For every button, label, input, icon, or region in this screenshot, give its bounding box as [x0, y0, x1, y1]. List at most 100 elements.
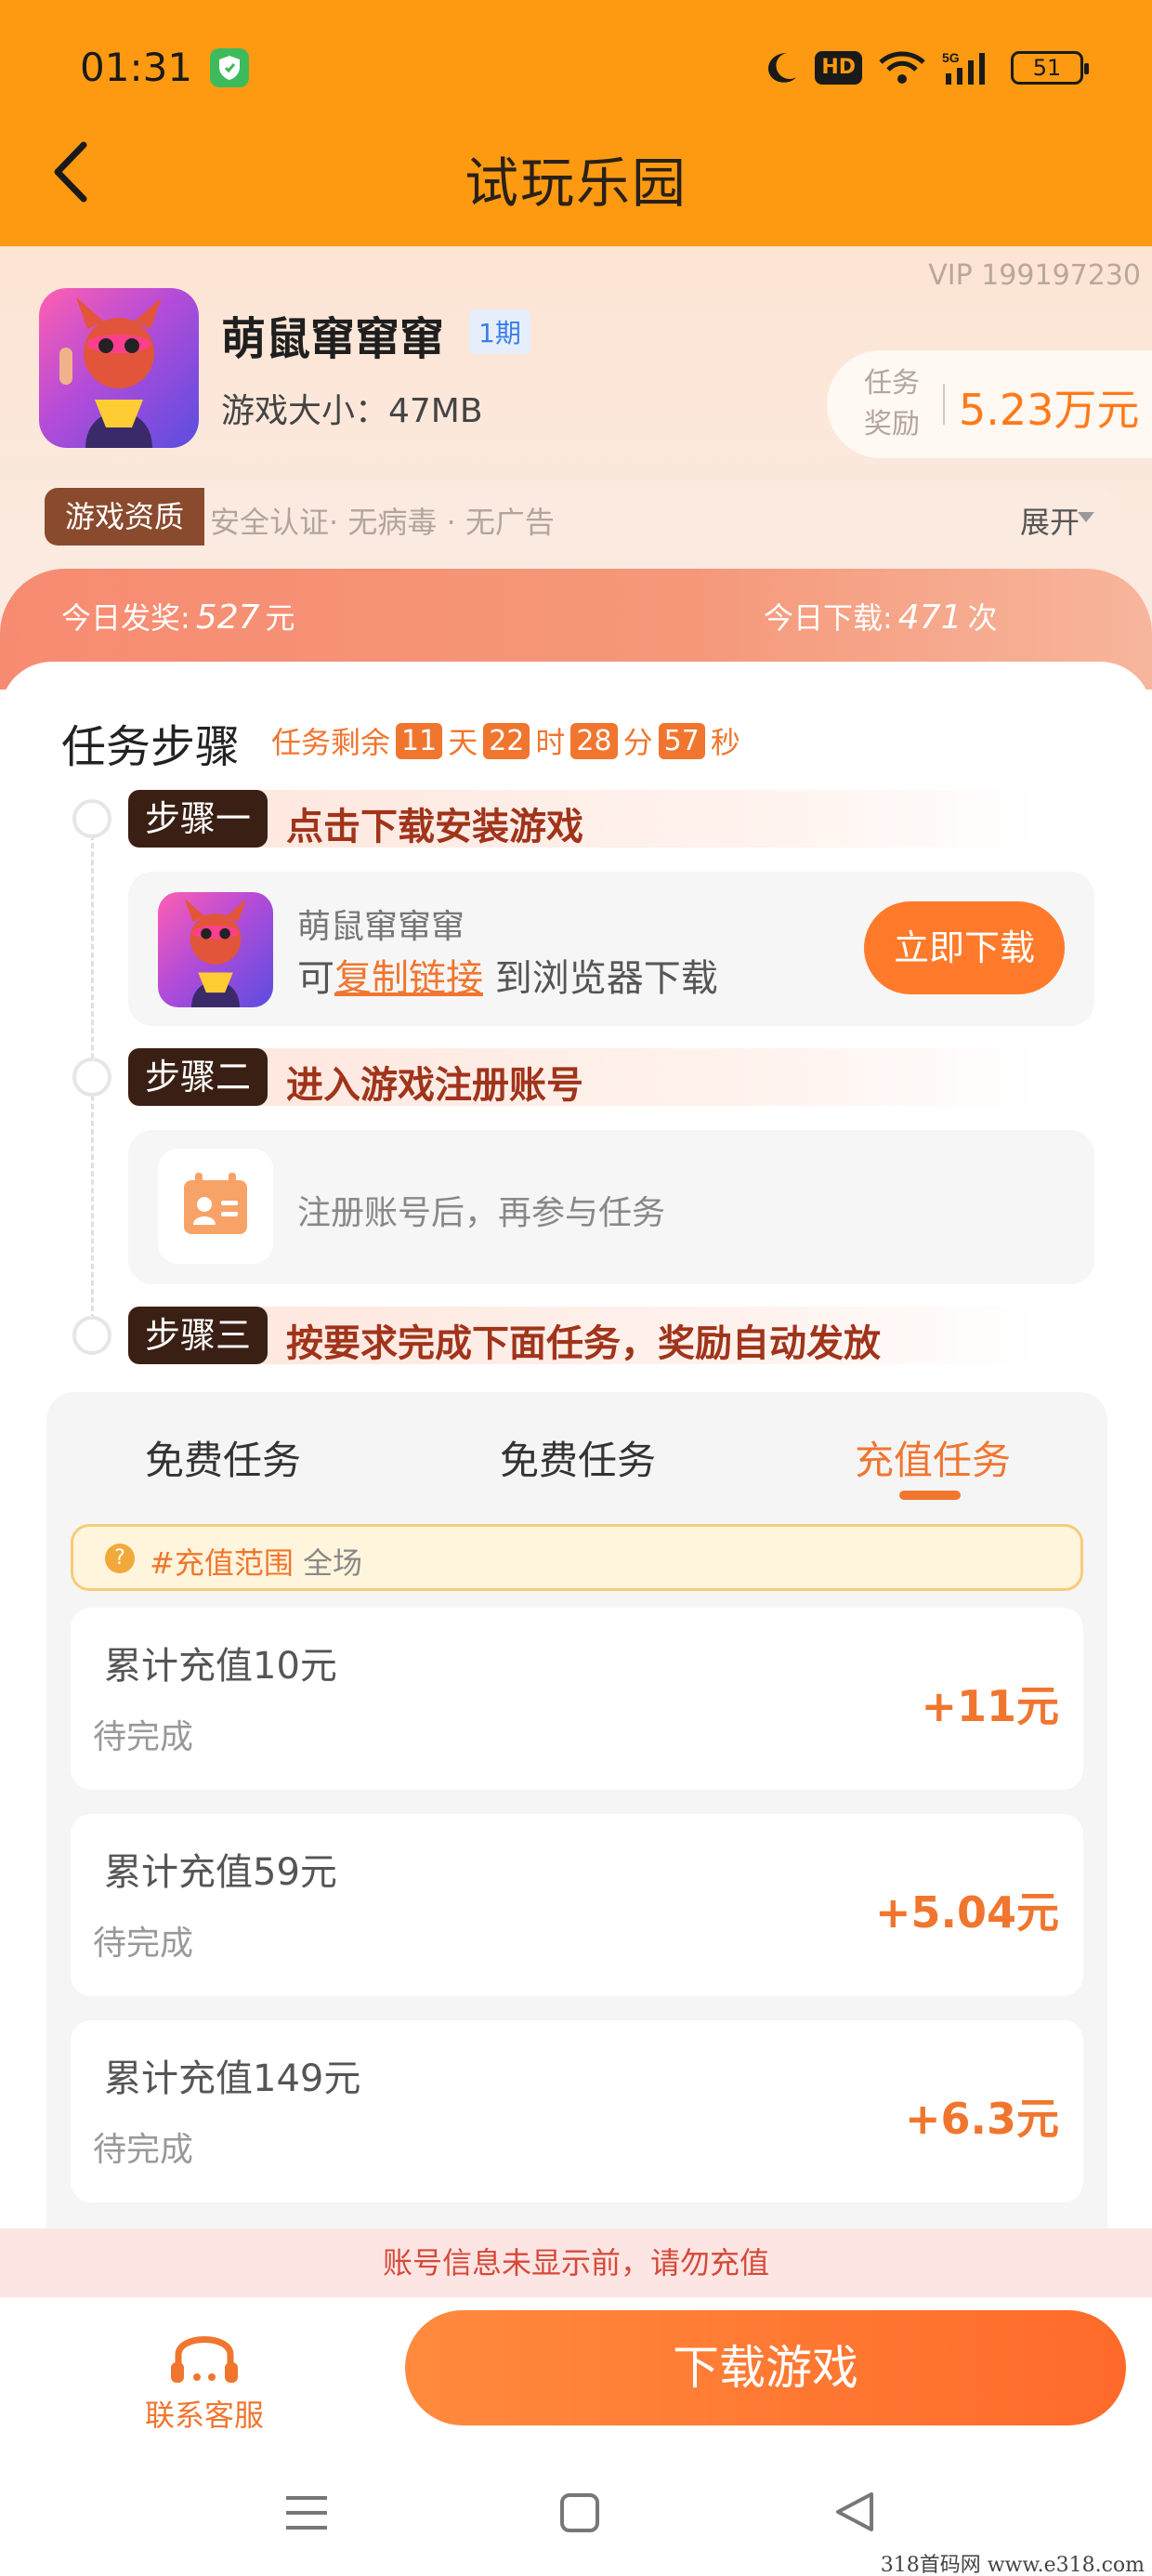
task-panel: 免费任务 免费任务 充值任务 ? #充值范围 全场 累计充值10元 待完成 +1…: [46, 1392, 1107, 2247]
tab-free-tasks-2[interactable]: 免费任务: [500, 1429, 656, 1486]
today-award-value: 527: [195, 598, 260, 637]
game-icon[interactable]: [39, 288, 199, 448]
step-two-header: 步骤二 进入游戏注册账号: [128, 1048, 1039, 1107]
tab-recharge-tasks[interactable]: 充值任务: [855, 1429, 1011, 1486]
countdown-day-unit: 天: [448, 725, 478, 760]
step-three-text: 按要求完成下面任务，奖励自动发放: [286, 1322, 881, 1365]
today-download: 今日下载: 471 次: [764, 595, 998, 637]
copy-link-prefix: 可: [297, 957, 334, 1000]
watermark: 318首码网 www.e318.com: [880, 2554, 1145, 2576]
step-three-dot: [72, 1316, 111, 1355]
headset-icon: [171, 2336, 238, 2383]
today-award-label: 今日发奖:: [61, 600, 190, 636]
question-icon[interactable]: ?: [105, 1544, 135, 1573]
tab-free-tasks-1[interactable]: 免费任务: [145, 1429, 301, 1486]
home-icon[interactable]: [559, 2492, 600, 2533]
step-one-dot: [72, 799, 111, 838]
page-title: 试玩乐园: [464, 151, 687, 215]
countdown-days: 11: [396, 722, 443, 759]
step-three-tag: 步骤三: [128, 1307, 268, 1364]
wifi-icon: [879, 51, 925, 84]
task-reward: +11元: [921, 1681, 1059, 1731]
steps-title: 任务步骤: [61, 721, 241, 773]
task-name: 累计充值149元: [104, 2057, 361, 2100]
countdown-hours: 22: [483, 722, 530, 759]
task-status: 待完成: [93, 1718, 194, 1756]
task-item[interactable]: 累计充值59元 待完成 +5.04元: [71, 1814, 1083, 1996]
menu-icon[interactable]: [284, 2492, 329, 2533]
countdown-minutes: 28: [570, 722, 618, 759]
recharge-warning: 账号信息未显示前，请勿充值: [0, 2228, 1152, 2297]
countdown-second-unit: 秒: [710, 725, 740, 760]
game-icon-small: [158, 892, 273, 1007]
task-item[interactable]: 累计充值149元 待完成 +6.3元: [71, 2020, 1083, 2202]
today-award: 今日发奖: 527 元: [61, 595, 295, 637]
game-header: VIP 199197230 萌鼠窜窜窜 1期 游戏大小：47MB 任务奖励 5.…: [0, 246, 1152, 690]
active-tab-indicator: [899, 1491, 961, 1500]
step-three-header: 步骤三 按要求完成下面任务，奖励自动发放: [128, 1307, 1039, 1365]
status-icons: HD 5G 51: [766, 46, 1089, 89]
back-triangle-icon[interactable]: [834, 2491, 875, 2533]
task-steps-card: 任务步骤 任务剩余 11 天 22 时 28 分 57 秒 步骤一 点击下载安装…: [0, 662, 1152, 2247]
qualification-tag: 游戏资质: [45, 488, 204, 545]
step-two-text: 进入游戏注册账号: [286, 1064, 583, 1107]
step-one-game-name: 萌鼠窜窜窜: [297, 908, 465, 946]
recharge-scope-label: #充值范围: [150, 1545, 294, 1581]
qualification-text: 安全认证· 无病毒 · 无广告: [210, 505, 555, 540]
recharge-scope-value: 全场: [293, 1545, 363, 1581]
download-now-button[interactable]: 立即下载: [864, 901, 1065, 994]
task-name: 累计充值10元: [104, 1645, 337, 1688]
caret-down-icon: [1078, 512, 1094, 522]
today-download-label: 今日下载:: [764, 600, 893, 636]
expand-button[interactable]: 展开: [1020, 499, 1080, 542]
status-time: 01:31: [80, 45, 193, 90]
recharge-scope: #充值范围 全场: [150, 1540, 362, 1583]
register-hint: 注册账号后，再参与任务: [297, 1194, 666, 1232]
security-shield-icon: [210, 48, 249, 87]
task-reward: +5.04元: [874, 1887, 1059, 1938]
recharge-scope-bar: ? #充值范围 全场: [71, 1524, 1083, 1591]
bottom-action-bar: 联系客服 下载游戏: [0, 2297, 1152, 2446]
countdown-minute-unit: 分: [622, 725, 653, 760]
step-one-tag: 步骤一: [128, 790, 268, 848]
task-reward-box: 任务奖励 5.23万元: [827, 350, 1152, 458]
step-one-box: 萌鼠窜窜窜 可复制链接 到浏览器下载 立即下载: [128, 872, 1094, 1026]
game-size: 游戏大小：47MB: [221, 392, 483, 430]
task-name: 累计充值59元: [104, 1851, 337, 1894]
step-two-box: 注册账号后，再参与任务: [128, 1130, 1094, 1284]
task-item[interactable]: 累计充值10元 待完成 +11元: [71, 1608, 1083, 1790]
step-one-header: 步骤一 点击下载安装游戏: [128, 790, 1039, 848]
step-one-text: 点击下载安装游戏: [286, 806, 583, 848]
today-download-unit: 次: [967, 600, 998, 636]
step-two-dot: [72, 1058, 111, 1097]
register-card-icon: [158, 1149, 273, 1264]
divider: [943, 384, 945, 425]
download-game-button[interactable]: 下载游戏: [405, 2310, 1126, 2425]
countdown-prefix: 任务剩余: [271, 725, 391, 760]
countdown-hour-unit: 时: [535, 725, 566, 760]
countdown-seconds: 57: [658, 722, 705, 759]
copy-link-suffix: 到浏览器下载: [483, 957, 718, 1000]
step-two-tag: 步骤二: [128, 1048, 268, 1106]
copy-link[interactable]: 复制链接: [334, 957, 483, 1000]
task-status: 待完成: [93, 2131, 194, 2169]
copy-link-line: 可复制链接 到浏览器下载: [297, 948, 718, 1002]
period-badge: 1期: [469, 309, 530, 354]
moon-icon: [768, 53, 797, 83]
task-reward: +6.3元: [904, 2094, 1059, 2144]
customer-service-button[interactable]: 联系客服: [139, 2310, 269, 2433]
today-download-value: 471: [897, 598, 962, 637]
game-name: 萌鼠窜窜窜: [221, 313, 445, 365]
task-reward-value: 5.23万元: [959, 385, 1140, 435]
signal-5g-icon: 5G: [942, 50, 985, 85]
customer-service-label: 联系客服: [144, 2398, 264, 2433]
task-countdown: 任务剩余 11 天 22 时 28 分 57 秒: [271, 719, 740, 762]
today-award-unit: 元: [265, 600, 295, 636]
task-reward-label: 任务奖励: [864, 367, 920, 440]
svg-text:5G: 5G: [942, 50, 960, 65]
hd-icon: HD: [815, 51, 862, 85]
top-bar: 01:31 HD 5G 51 试玩乐园: [0, 0, 1152, 246]
qualification-bar[interactable]: 游戏资质 安全认证· 无病毒 · 无广告 展开: [45, 488, 1113, 545]
vip-id: VIP 199197230: [928, 259, 1141, 292]
task-status: 待完成: [93, 1925, 194, 1963]
